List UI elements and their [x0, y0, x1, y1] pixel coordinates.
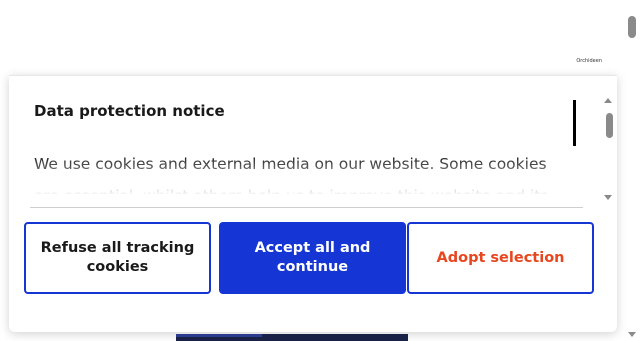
divider [30, 207, 583, 208]
page-header: Orchideen [0, 0, 624, 75]
hero-image-highlight [176, 334, 262, 337]
page-scrollbar-thumb[interactable] [628, 16, 636, 38]
accept-all-button[interactable]: Accept all and continue [219, 222, 406, 294]
text-fade-overlay [9, 156, 579, 194]
page-scrollbar[interactable] [624, 0, 640, 341]
dialog-scroll-down-arrow-icon[interactable] [604, 195, 612, 200]
adopt-selection-button[interactable]: Adopt selection [407, 222, 594, 294]
notice-title: Data protection notice [34, 102, 225, 120]
site-logo[interactable]: Orchideen [576, 58, 602, 64]
dialog-scrollbar-thumb[interactable] [606, 113, 613, 138]
dialog-scroll-up-arrow-icon[interactable] [604, 98, 612, 103]
page-scroll-down-arrow-icon[interactable] [628, 332, 636, 337]
refuse-tracking-button[interactable]: Refuse all tracking cookies [24, 222, 211, 294]
cookie-consent-dialog: Data protection notice We use cookies an… [9, 75, 617, 332]
notice-scroll-area[interactable]: Data protection notice We use cookies an… [9, 92, 579, 194]
focus-indicator [573, 100, 576, 146]
